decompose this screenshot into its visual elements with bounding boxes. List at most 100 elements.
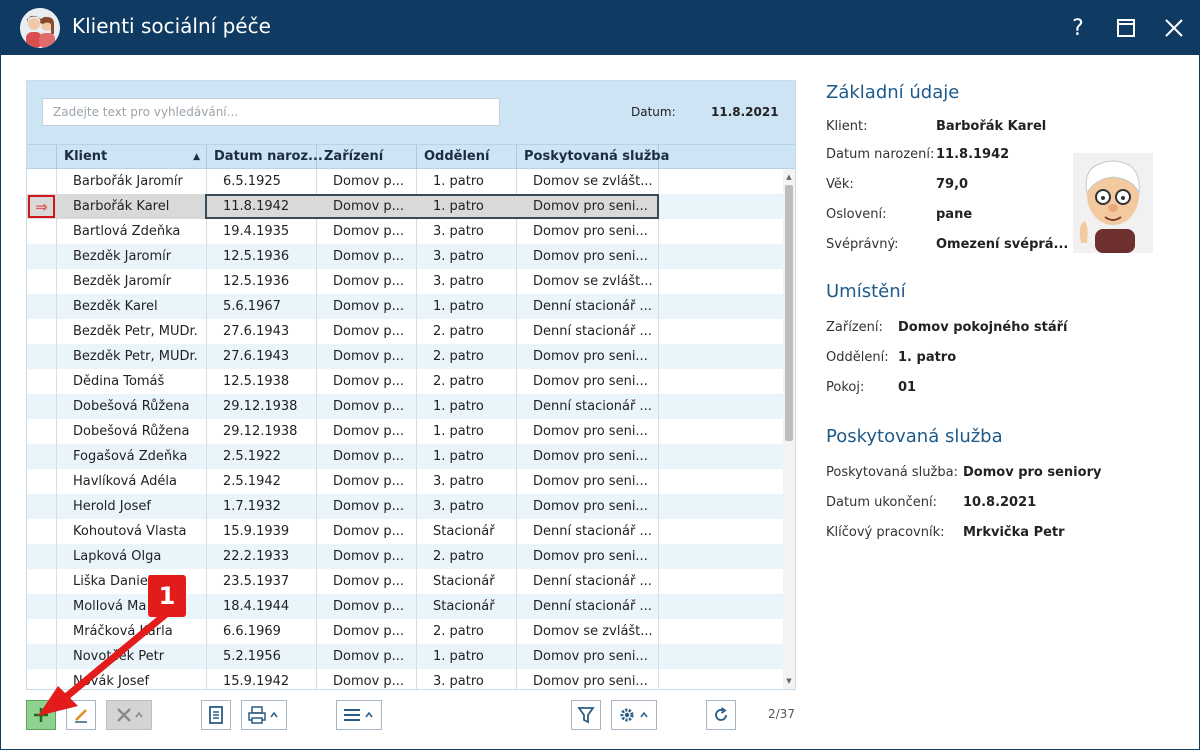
salutation-label: Oslovení: — [826, 207, 887, 222]
table-row[interactable]: Herold Josef 1.7.1932 Domov p... 3. patro Do… — [27, 494, 783, 519]
cell-department: 3. patro — [417, 269, 517, 294]
cell-birthdate: 12.5.1936 — [207, 244, 317, 269]
cell-facility: Domov p... — [317, 244, 417, 269]
cell-department: Stacionář — [417, 569, 517, 594]
table-row[interactable]: Bezděk Karel 5.6.1967 Domov p... 1. patro De… — [27, 294, 783, 319]
cell-facility: Domov p... — [317, 394, 417, 419]
app-logo-icon — [20, 8, 60, 48]
cell-client: Dědina Tomáš — [57, 369, 207, 394]
edit-button[interactable] — [66, 700, 96, 730]
header-service[interactable]: Poskytovaná služba — [517, 145, 669, 169]
cell-birthdate: 12.5.1938 — [207, 369, 317, 394]
title-bar: Klienti sociální péče ? — [0, 0, 1200, 55]
table-row[interactable]: Lapková Olga 22.2.1933 Domov p... 2. patro D… — [27, 544, 783, 569]
add-button[interactable] — [26, 700, 56, 730]
hamburger-menu-icon — [344, 709, 373, 721]
cell-facility: Domov p... — [317, 269, 417, 294]
current-row-arrow-icon: ⇒ — [28, 195, 55, 218]
cell-client: Kohoutová Vlasta — [57, 519, 207, 544]
cell-department: 3. patro — [417, 469, 517, 494]
service-label: Poskytovaná služba: — [826, 465, 958, 480]
table-row[interactable]: Dědina Tomáš 12.5.1938 Domov p... 2. patro D… — [27, 369, 783, 394]
table-row[interactable]: Barbořák Jaromír 6.5.1925 Domov p... 1. pat… — [27, 169, 783, 194]
cell-service: Domov pro seni... — [517, 194, 659, 219]
row-indicator — [27, 544, 57, 569]
cell-facility: Domov p... — [317, 619, 417, 644]
cell-client: Bezděk Petr, MUDr. — [57, 344, 207, 369]
row-indicator — [27, 619, 57, 644]
cell-facility: Domov p... — [317, 419, 417, 444]
cell-service: Denní stacionář ... — [517, 294, 659, 319]
cell-department: 3. patro — [417, 669, 517, 689]
scroll-up-icon[interactable]: ▲ — [783, 171, 795, 183]
cell-client: Herold Josef — [57, 494, 207, 519]
row-indicator — [27, 169, 57, 194]
cell-client: Lapková Olga — [57, 544, 207, 569]
header-birthdate[interactable]: Datum naroz... — [207, 145, 323, 169]
row-indicator — [27, 369, 57, 394]
basic-info-title: Základní údaje — [826, 82, 960, 103]
age-value: 79,0 — [936, 177, 969, 192]
document-icon — [209, 706, 223, 724]
sort-up-icon: ▲ — [193, 152, 200, 162]
table-row[interactable]: Novotček Petr 5.2.1956 Domov p... 1. patro D… — [27, 644, 783, 669]
printer-icon — [248, 706, 278, 724]
search-input[interactable] — [42, 98, 500, 126]
document-button[interactable] — [201, 700, 231, 730]
cell-facility: Domov p... — [317, 319, 417, 344]
cell-service: Domov pro seni... — [517, 494, 659, 519]
window-title: Klienti sociální péče — [72, 14, 271, 38]
header-client[interactable]: Klient ▲ — [57, 145, 207, 169]
cell-birthdate: 5.6.1967 — [207, 294, 317, 319]
header-facility[interactable]: Zařízení — [317, 145, 417, 169]
grid-rows: Barbořák Jaromír 6.5.1925 Domov p... 1. pat… — [27, 169, 783, 689]
cell-facility: Domov p... — [317, 344, 417, 369]
annotation-badge: 1 — [148, 575, 186, 617]
date-label: Datum: — [631, 105, 676, 119]
grid-header: Klient ▲ Datum naroz... Zařízení Oddělen… — [27, 144, 795, 169]
key-worker-label: Klíčový pracovník: — [826, 525, 945, 540]
settings-button[interactable] — [611, 700, 657, 730]
table-row[interactable]: Kohoutová Vlasta 15.9.1939 Domov p... Staci… — [27, 519, 783, 544]
cell-service: Domov pro seni... — [517, 219, 659, 244]
row-indicator — [27, 469, 57, 494]
menu-button[interactable] — [336, 700, 382, 730]
table-row[interactable]: Novák Josef 15.9.1942 Domov p... 3. patro Do… — [27, 669, 783, 689]
scrollbar-thumb[interactable] — [785, 185, 793, 441]
table-row[interactable]: Bezděk Petr, MUDr. 27.6.1943 Domov p... 2. … — [27, 319, 783, 344]
cell-client: Bezděk Jaromír — [57, 244, 207, 269]
table-row[interactable]: Mollová Ma 18.4.1944 Domov p... Stacionář De… — [27, 594, 783, 619]
table-row-selected[interactable]: Barbořák Karel 11.8.1942 Domov p... 1. patr… — [27, 194, 783, 219]
table-row[interactable]: Bezděk Jaromír 12.5.1936 Domov p... 3. patr… — [27, 244, 783, 269]
cell-service: Denní stacionář ... — [517, 519, 659, 544]
cell-service: Domov pro seni... — [517, 644, 659, 669]
cell-department: 2. patro — [417, 319, 517, 344]
maximize-icon — [1117, 19, 1135, 37]
delete-button[interactable] — [106, 700, 152, 730]
maximize-button[interactable] — [1108, 10, 1144, 46]
table-row[interactable]: Bezděk Jaromír 12.5.1936 Domov p... 3. patr… — [27, 269, 783, 294]
table-row[interactable]: Bezděk Petr, MUDr. 27.6.1943 Domov p... 2. … — [27, 344, 783, 369]
filter-button[interactable] — [571, 700, 601, 730]
scroll-down-icon[interactable]: ▼ — [783, 675, 795, 687]
refresh-button[interactable] — [706, 700, 736, 730]
table-row[interactable]: Dobešová Růžena 29.12.1938 Domov p... 1. pa… — [27, 394, 783, 419]
record-counter: 2/37 — [768, 707, 795, 721]
print-button[interactable] — [241, 700, 287, 730]
close-button[interactable] — [1156, 10, 1192, 46]
header-department[interactable]: Oddělení — [417, 145, 517, 169]
table-row[interactable]: Mráčková Karla 6.6.1969 Domov p... 2. patro… — [27, 619, 783, 644]
table-row[interactable]: Bartlová Zdeňka 19.4.1935 Domov p... 3. pat… — [27, 219, 783, 244]
table-row[interactable]: Fogašová Zdeňka 2.5.1922 Domov p... 1. patr… — [27, 444, 783, 469]
cell-birthdate: 27.6.1943 — [207, 344, 317, 369]
placement-title: Umístění — [826, 281, 906, 302]
cell-client: Barbořák Karel — [57, 194, 207, 219]
vertical-scrollbar[interactable]: ▲ ▼ — [783, 169, 795, 689]
table-row[interactable]: Dobešová Růžena 29.12.1938 Domov p... 1. pa… — [27, 419, 783, 444]
clients-grid: Datum: 11.8.2021 Klient ▲ Datum naroz...… — [26, 80, 796, 690]
table-row[interactable]: Liška Daniel 23.5.1937 Domov p... Stacionář… — [27, 569, 783, 594]
help-button[interactable]: ? — [1060, 10, 1096, 46]
table-row[interactable]: Havlíková Adéla 2.5.1942 Domov p... 3. patr… — [27, 469, 783, 494]
cell-birthdate: 6.5.1925 — [207, 169, 317, 194]
row-indicator — [27, 419, 57, 444]
